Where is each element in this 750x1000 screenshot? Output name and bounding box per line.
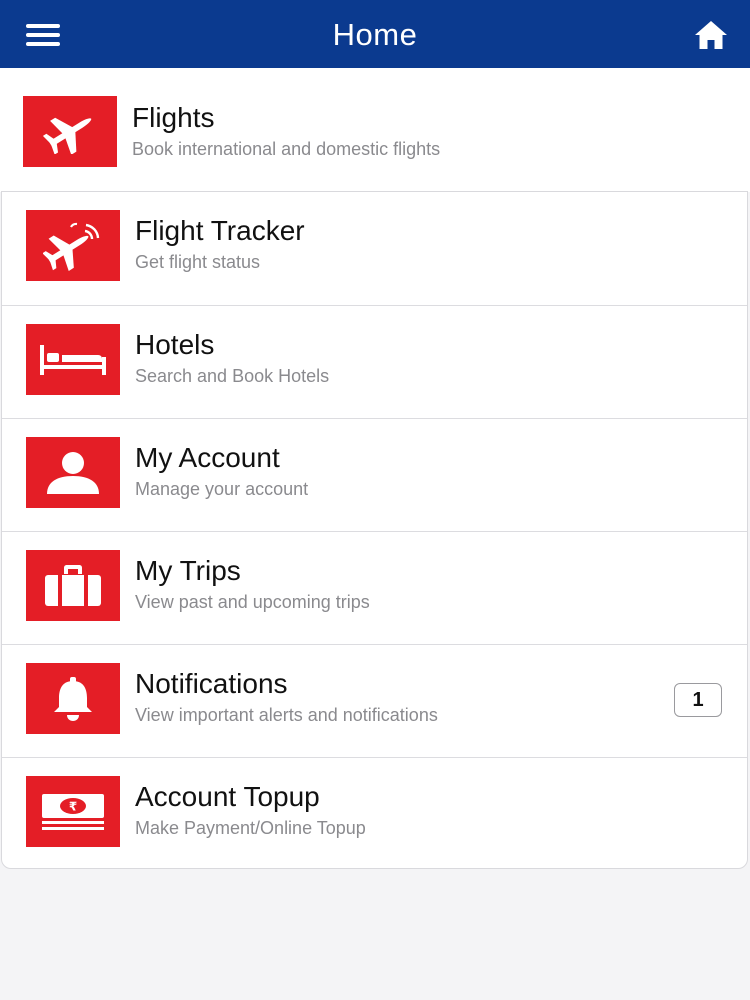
item-subtitle: View important alerts and notifications <box>135 705 438 725</box>
menu-item-my-account[interactable]: My Account Manage your account <box>2 418 747 531</box>
top-navigation-bar: Home <box>0 0 750 68</box>
home-icon <box>695 21 727 49</box>
hotels-text: Hotels Search and Book Hotels <box>135 328 329 388</box>
account-topup-icon-tile: ₹ <box>26 776 120 847</box>
item-title: Flights <box>132 102 215 133</box>
page-title: Home <box>332 17 418 52</box>
my-account-text: My Account Manage your account <box>135 441 308 501</box>
item-title: My Account <box>135 442 280 473</box>
bell-icon <box>54 676 92 721</box>
notifications-icon-tile <box>26 663 120 734</box>
notifications-text: Notifications View important alerts and … <box>135 667 438 727</box>
item-title: Account Topup <box>135 781 320 812</box>
home-button[interactable] <box>686 14 736 56</box>
suitcase-icon <box>45 564 101 606</box>
item-subtitle: Search and Book Hotels <box>135 366 330 386</box>
menu-item-account-topup[interactable]: ₹ Account Topup Make Payment/Online Topu… <box>2 757 747 870</box>
account-topup-text: Account Topup Make Payment/Online Topup <box>135 780 366 840</box>
menu-item-flight-tracker[interactable]: Flight Tracker Get flight status <box>2 192 747 305</box>
app-screen: Home Flights Book international and dome… <box>0 0 750 1000</box>
user-icon <box>47 451 99 494</box>
menu-item-notifications[interactable]: Notifications View important alerts and … <box>2 644 747 757</box>
flight-tracker-icon <box>43 222 100 271</box>
item-title: Notifications <box>135 668 288 699</box>
menu-item-my-trips[interactable]: My Trips View past and upcoming trips <box>2 531 747 644</box>
my-trips-icon-tile <box>26 550 120 621</box>
item-title: Flight Tracker <box>135 215 305 246</box>
flights-text: Flights Book international and domestic … <box>132 101 440 161</box>
notification-count-badge: 1 <box>674 683 722 717</box>
item-subtitle: Make Payment/Online Topup <box>135 818 366 838</box>
menu-item-flights[interactable]: Flights Book international and domestic … <box>0 68 750 192</box>
item-title: My Trips <box>135 555 241 586</box>
bed-icon <box>40 344 106 375</box>
flight-tracker-icon-tile <box>26 210 120 281</box>
flight-tracker-text: Flight Tracker Get flight status <box>135 214 305 274</box>
money-stack-icon: ₹ <box>42 793 104 830</box>
my-account-icon-tile <box>26 437 120 508</box>
svg-text:₹: ₹ <box>69 799 77 813</box>
item-subtitle: Get flight status <box>135 252 261 272</box>
my-trips-text: My Trips View past and upcoming trips <box>135 554 370 614</box>
item-subtitle: View past and upcoming trips <box>135 592 370 612</box>
menu-item-hotels[interactable]: Hotels Search and Book Hotels <box>2 305 747 418</box>
flights-icon-tile <box>23 96 117 167</box>
item-subtitle: Manage your account <box>135 479 309 499</box>
hotels-icon-tile <box>26 324 120 395</box>
item-subtitle: Book international and domestic flights <box>132 139 441 159</box>
menu-list: Flight Tracker Get flight status Hotels … <box>1 191 748 869</box>
airplane-icon <box>43 117 92 154</box>
item-title: Hotels <box>135 329 215 360</box>
